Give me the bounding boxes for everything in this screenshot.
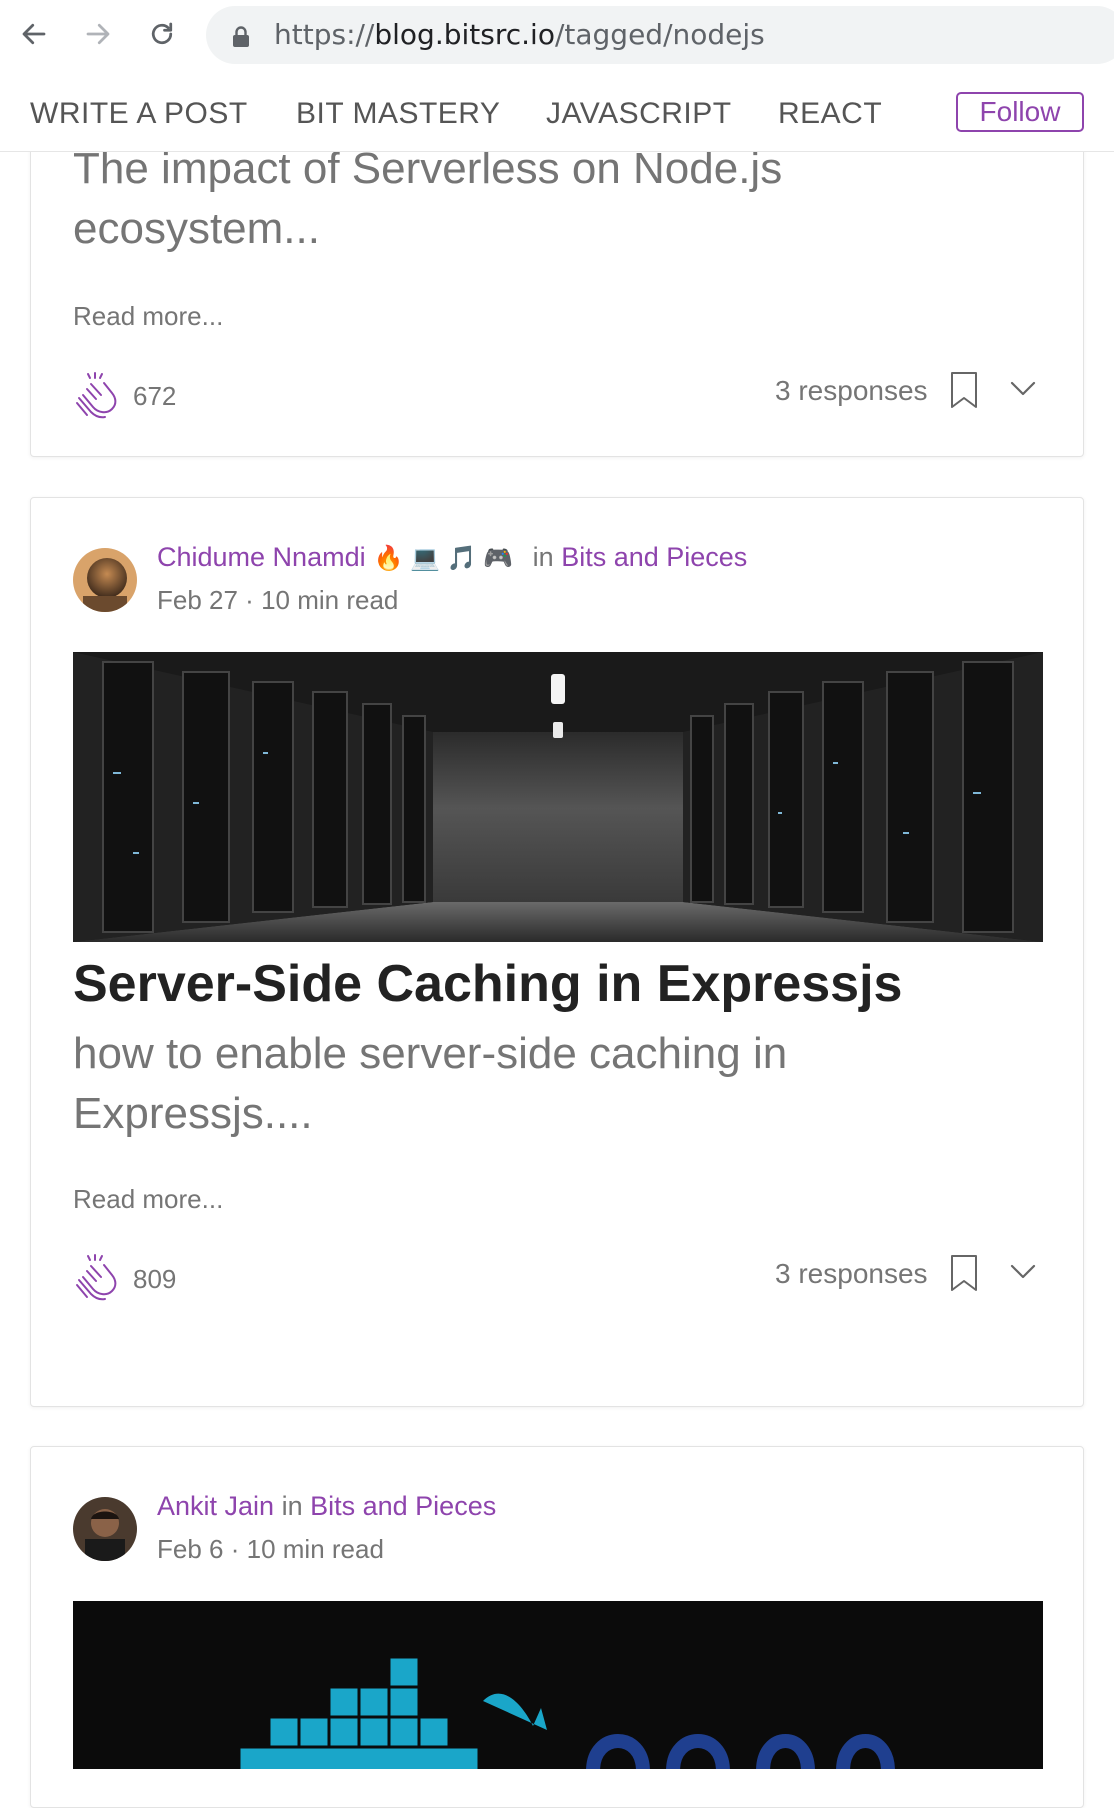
post-subtitle[interactable]: The impact of Serverless on Node.js ecos…	[73, 139, 782, 259]
url-host: blog.bitsrc.io	[374, 18, 555, 51]
byline: Ankit Jain in Bits and Pieces	[157, 1491, 496, 1522]
author-avatar[interactable]	[73, 1497, 137, 1561]
bookmark-icon[interactable]	[949, 1254, 979, 1292]
reload-button[interactable]	[144, 16, 180, 52]
author-name[interactable]: Chidume Nnamdi	[157, 542, 366, 572]
post-subtitle[interactable]: how to enable server-side caching in Exp…	[73, 1024, 787, 1144]
in-label: in	[532, 542, 554, 572]
read-time: 10 min read	[261, 585, 399, 615]
back-button[interactable]	[16, 16, 52, 52]
meta-separator: ·	[223, 1534, 247, 1564]
nav-bit-mastery[interactable]: BIT MASTERY	[296, 97, 500, 131]
post-card: The impact of Serverless on Node.js ecos…	[30, 100, 1084, 457]
post-subtitle-line: ecosystem...	[73, 204, 320, 253]
read-time: 10 min read	[246, 1534, 384, 1564]
post-subtitle-line: how to enable server-side caching in	[73, 1029, 788, 1078]
bookmark-icon[interactable]	[949, 371, 979, 409]
chevron-down-icon[interactable]	[1009, 379, 1037, 399]
clap-count: 809	[133, 1264, 177, 1294]
author-avatar[interactable]	[73, 548, 137, 612]
author-name[interactable]: Ankit Jain	[157, 1491, 274, 1521]
clap-icon[interactable]	[73, 371, 121, 423]
nav-react[interactable]: REACT	[778, 97, 882, 131]
post-hero-image[interactable]	[73, 1601, 1043, 1769]
forward-button[interactable]	[80, 16, 116, 52]
in-label: in	[281, 1491, 303, 1521]
byline: Chidume Nnamdi 🔥 💻 🎵 🎮 in Bits and Pieces	[157, 542, 747, 573]
post-hero-image[interactable]	[73, 652, 1043, 942]
publication-link[interactable]: Bits and Pieces	[561, 542, 747, 572]
post-date[interactable]: Feb 27	[157, 585, 238, 615]
arrow-left-icon	[22, 23, 46, 45]
read-more-link[interactable]: Read more...	[73, 1184, 223, 1215]
nav-javascript[interactable]: JAVASCRIPT	[546, 97, 732, 131]
post-subtitle-line: Expressjs....	[73, 1089, 313, 1138]
url-path: /tagged/nodejs	[554, 18, 765, 51]
address-bar[interactable]: https://blog.bitsrc.io/tagged/nodejs	[206, 6, 1114, 64]
post-meta: Feb 27 · 10 min read	[157, 585, 398, 616]
post-meta: Feb 6 · 10 min read	[157, 1534, 384, 1565]
meta-separator: ·	[237, 585, 262, 615]
responses-link[interactable]: 3 responses	[775, 1258, 928, 1290]
site-navigation: WRITE A POST BIT MASTERY JAVASCRIPT REAC…	[0, 71, 1114, 152]
url-text: https://blog.bitsrc.io/tagged/nodejs	[274, 18, 765, 51]
post-card: Ankit Jain in Bits and Pieces Feb 6 · 10…	[30, 1446, 1084, 1808]
url-scheme: https://	[274, 18, 375, 51]
author-emojis: 🔥 💻 🎵 🎮	[373, 545, 514, 573]
lock-icon	[233, 26, 249, 47]
clap-icon[interactable]	[73, 1253, 121, 1305]
clap-count: 672	[133, 381, 177, 411]
nav-write-a-post[interactable]: WRITE A POST	[30, 97, 248, 131]
responses-link[interactable]: 3 responses	[775, 375, 928, 407]
browser-toolbar: https://blog.bitsrc.io/tagged/nodejs	[0, 0, 1114, 70]
post-title[interactable]: Server-Side Caching in Expressjs	[73, 954, 902, 1014]
post-card: Chidume Nnamdi 🔥 💻 🎵 🎮 in Bits and Pieces…	[30, 497, 1084, 1407]
reload-icon	[151, 22, 173, 45]
post-date[interactable]: Feb 6	[157, 1534, 224, 1564]
read-more-link[interactable]: Read more...	[73, 301, 223, 332]
follow-button[interactable]: Follow	[956, 92, 1084, 132]
chevron-down-icon[interactable]	[1009, 1262, 1037, 1282]
publication-link[interactable]: Bits and Pieces	[310, 1491, 496, 1521]
arrow-right-icon	[86, 23, 110, 45]
